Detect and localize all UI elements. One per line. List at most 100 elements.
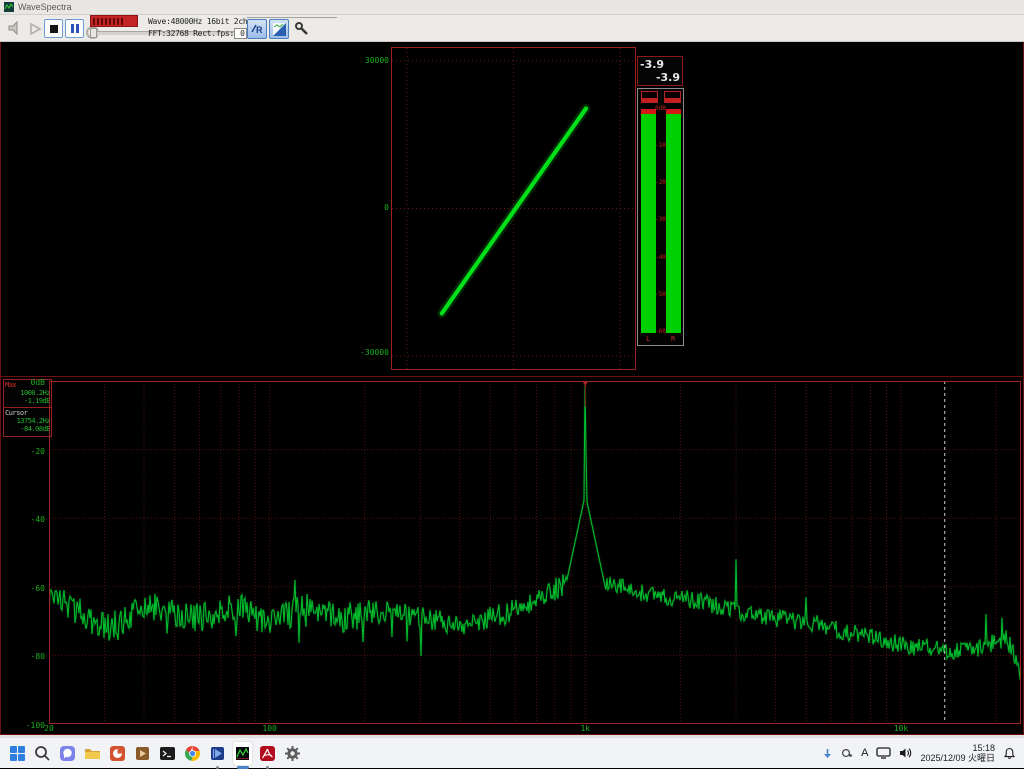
fft-settings-info: FFT:32768 Rect. (148, 29, 216, 38)
spectrum-x-label: 1k (572, 724, 598, 733)
display-icon[interactable] (876, 747, 891, 759)
lissajous-ymax-label: 30000 (345, 56, 389, 65)
cursor-frequency: 13754.2Hz (5, 417, 50, 425)
split-view-icon (273, 23, 286, 36)
meter-scale-label: -10 (655, 143, 666, 149)
meter-scale-label: -60 (655, 329, 666, 335)
level-readout: -3.9 -3.9 (637, 56, 683, 86)
meter-scale-label: -50 (655, 292, 666, 298)
taskbar: A 15:18 2025/12/09 火曜日 (0, 737, 1024, 768)
level-readout-right: -3.9 (640, 71, 680, 84)
search-icon (34, 745, 51, 762)
wavespectra-app-icon (4, 2, 14, 12)
channel-display-toggle-button[interactable]: R (247, 19, 267, 39)
peak-lamp-left (641, 91, 658, 103)
pause-icon (71, 24, 79, 33)
notifications-bell-icon[interactable] (1003, 747, 1016, 760)
meter-scale-label: -30 (655, 217, 666, 223)
play-button[interactable] (27, 21, 43, 37)
terminal-icon (159, 745, 176, 762)
taskbar-item-acrobat[interactable] (257, 741, 278, 766)
meter-bar-left (641, 109, 656, 333)
start-button[interactable] (7, 741, 28, 766)
lissajous-display (391, 47, 636, 370)
cursor-info-box: Cursor 13754.2Hz -84.08dB (3, 407, 52, 437)
speaker-open-icon (7, 20, 23, 36)
clock[interactable]: 15:18 2025/12/09 火曜日 (920, 743, 995, 763)
channel-label-right: R (671, 335, 675, 343)
fps-value-box[interactable]: 0 (234, 28, 247, 39)
spectrum-x-label: 10k (888, 724, 914, 733)
spectrum-pane: Max 1000.2Hz -1.19dB Cursor 13754.2Hz -8… (0, 376, 1024, 735)
ime-indicator[interactable]: A (861, 747, 868, 759)
max-level: -1.19dB (5, 397, 50, 405)
chat-icon (59, 745, 76, 762)
title-bar: WaveSpectra (0, 0, 1024, 15)
meter-bar-right (666, 109, 681, 333)
level-readout-left: -3.9 (640, 58, 680, 71)
wrench-icon (294, 21, 310, 37)
view-split-toggle-button[interactable] (269, 19, 289, 39)
level-meter: 0dB -10 -20 -30 -40 -50 -60 L R (637, 88, 684, 346)
media-app-icon (134, 745, 151, 762)
max-frequency: 1000.2Hz (5, 389, 50, 397)
acrobat-icon (259, 745, 276, 762)
meter-scale-label: -20 (655, 180, 666, 186)
folder-icon (84, 745, 101, 762)
spectrum-y-label: 0dB (1, 378, 46, 387)
window-title: WaveSpectra (18, 2, 72, 12)
stop-icon (50, 25, 58, 33)
rec-level-indicator (90, 15, 138, 27)
clock-date: 2025/12/09 火曜日 (920, 753, 995, 763)
spectrum-plot[interactable] (49, 381, 1021, 724)
tray-utility-icon[interactable] (841, 747, 853, 759)
wavespectra-taskbar-icon (234, 745, 251, 762)
taskbar-item-file-explorer[interactable] (82, 741, 103, 766)
spectrum-x-label: 100 (257, 724, 283, 733)
meter-scale-label: 0dB (655, 106, 666, 112)
lissajous-plot (392, 48, 635, 369)
taskbar-item-terminal[interactable] (157, 741, 178, 766)
taskbar-item-powerpoint[interactable] (107, 741, 128, 766)
fps-label: fps: (216, 29, 234, 38)
spectrum-y-label: -60 (1, 584, 46, 593)
taskbar-item-movies-tv[interactable] (207, 741, 228, 766)
channel-label-left: L (646, 335, 650, 343)
peak-lamp-right (664, 91, 681, 103)
settings-button[interactable] (293, 20, 311, 38)
taskbar-item-chrome[interactable] (182, 741, 203, 766)
spectrum-x-label: 20 (36, 724, 62, 733)
windows-logo-icon (9, 745, 26, 762)
position-slider-thumb[interactable] (90, 28, 97, 38)
powerpoint-icon (109, 745, 126, 762)
meter-scale-label: -40 (655, 255, 666, 261)
wave-view-pane: 30000 0 -30000 -3.9 -3.9 0dB-10-20-30-40… (0, 42, 1024, 376)
taskbar-icons (0, 741, 303, 766)
svg-text:R: R (256, 25, 263, 35)
search-button[interactable] (32, 741, 53, 766)
hidden-icons-button[interactable] (822, 748, 833, 759)
system-tray: A 15:18 2025/12/09 火曜日 (822, 743, 1024, 763)
volume-icon[interactable] (899, 747, 912, 759)
channel-toggle-icon: R (250, 22, 264, 36)
open-button[interactable] (4, 19, 26, 37)
spectrum-y-label: -20 (1, 447, 46, 456)
secondary-slider-track[interactable] (247, 17, 337, 18)
cursor-label: Cursor (5, 409, 50, 417)
toolbar: Wave:48000Hz 16bit 2ch FFT:32768 Rect. f… (0, 15, 1024, 42)
clock-time: 15:18 (920, 743, 995, 753)
taskbar-item-wavespectra[interactable] (232, 741, 253, 766)
lissajous-ymid-label: 0 (345, 203, 389, 212)
spectrum-y-label: -40 (1, 515, 46, 524)
pause-button[interactable] (65, 19, 84, 38)
movies-tv-icon (209, 745, 226, 762)
taskbar-item-chat[interactable] (57, 741, 78, 766)
play-icon (28, 22, 42, 36)
wave-format-info: Wave:48000Hz 16bit 2ch (148, 17, 247, 26)
taskbar-item-settings[interactable] (282, 741, 303, 766)
chrome-icon (184, 745, 201, 762)
taskbar-item-media-app[interactable] (132, 741, 153, 766)
cursor-level: -84.08dB (5, 425, 50, 433)
stop-button[interactable] (44, 19, 63, 38)
gear-icon (284, 745, 301, 762)
